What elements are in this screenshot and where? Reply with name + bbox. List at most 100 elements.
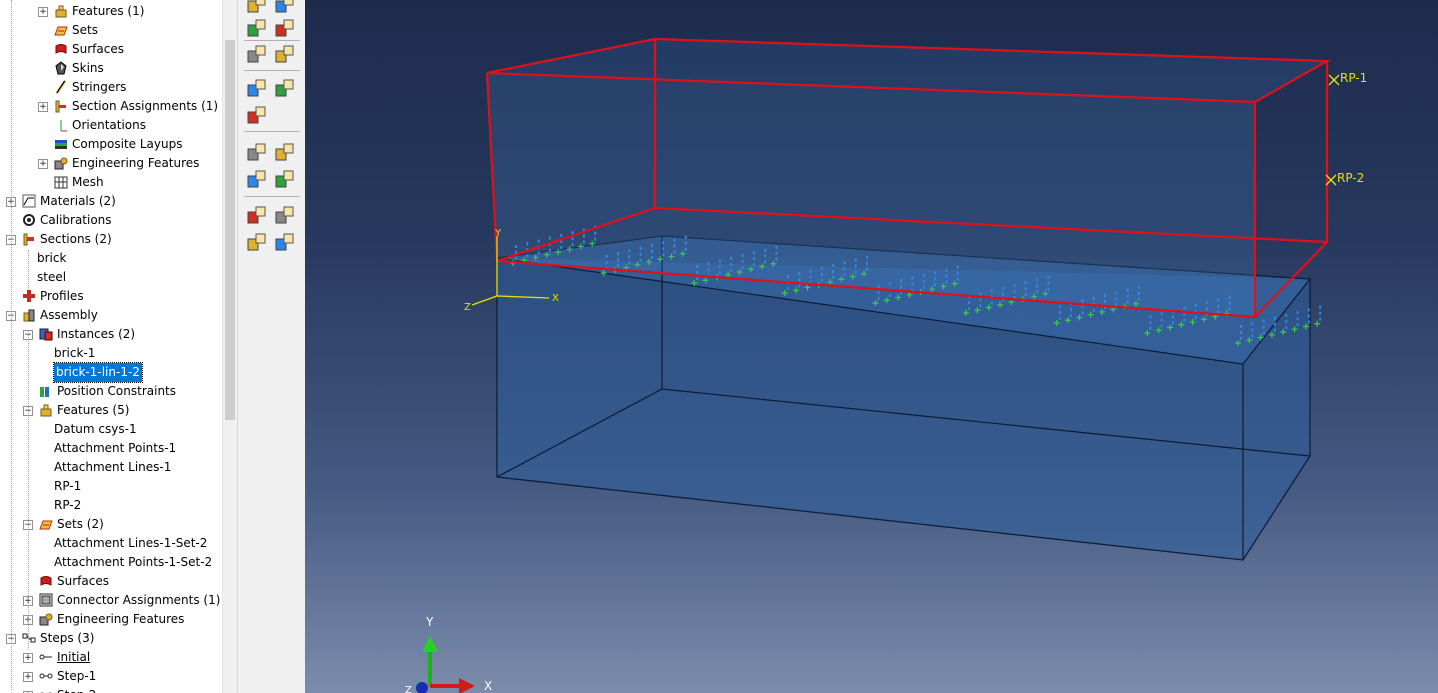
create-datum-csys-tool[interactable] (245, 16, 269, 40)
tree-item-label: Instances (2) (57, 327, 136, 341)
tree-item[interactable]: − Instances (2) (0, 325, 222, 344)
connector-builder-tool[interactable] (273, 230, 297, 254)
tree-item-label: Step-2 (57, 686, 96, 693)
tree-item[interactable]: − Sections (2) (0, 230, 222, 249)
create-reference-point-tool[interactable] (273, 16, 297, 40)
expand-icon[interactable]: + (23, 653, 33, 663)
rotate-instance-tool[interactable] (273, 76, 297, 100)
tree-item-label: RP-2 (54, 498, 82, 512)
tree-item[interactable]: + Engineering Features (0, 154, 222, 173)
tree-item[interactable]: − Steps (3) (0, 629, 222, 648)
tree-item[interactable]: + Connector Assignments (1) (0, 591, 222, 610)
tree-item-label: Position Constraints (57, 384, 177, 398)
tree-item[interactable]: Surfaces (0, 40, 222, 59)
tree-item-label: Surfaces (57, 574, 109, 588)
tree-item[interactable]: + Initial (0, 648, 222, 667)
triad-x-label: X (484, 679, 492, 693)
query-select-tool[interactable] (245, 140, 269, 164)
tree-item[interactable]: brick (0, 249, 222, 268)
stringers-icon (56, 80, 67, 94)
tree-item[interactable]: Position Constraints (0, 382, 222, 401)
create-wire-xyz-tool[interactable] (245, 203, 269, 227)
orientations-icon (60, 120, 67, 132)
graphics-viewport[interactable]: RP-1 RP-2 Y X Z Y X Z (305, 0, 1438, 693)
tree-item[interactable]: brick-1-lin-1-2 (0, 362, 222, 383)
tree-guide-line (11, 0, 12, 690)
expand-icon[interactable]: + (23, 672, 33, 682)
tree-item[interactable]: − Features (5) (0, 401, 222, 420)
tree-item[interactable]: + Section Assignments (1) (0, 97, 222, 116)
tree-item-label: RP-1 (54, 479, 82, 493)
tree-item[interactable]: Attachment Lines-1 (0, 458, 222, 477)
steps-icon (22, 633, 36, 643)
tree-scrollbar[interactable] (222, 0, 237, 693)
tree-item[interactable]: Datum csys-1 (0, 420, 222, 439)
translate-instance-tool[interactable] (245, 76, 269, 100)
features-icon (40, 404, 52, 417)
edit-attachment-tool[interactable] (273, 167, 297, 191)
tree-item[interactable]: + Materials (2) (0, 192, 222, 211)
tree-item[interactable]: − Sets (2) (0, 515, 222, 534)
tree-item[interactable]: Attachment Points-1 (0, 439, 222, 458)
section-assignments-icon (55, 100, 66, 113)
tree-item-label: Assembly (40, 308, 98, 322)
tree-item[interactable]: − Assembly (0, 306, 222, 325)
tree-item-label: Step-1 (57, 669, 97, 683)
tree-item[interactable]: brick-1 (0, 344, 222, 363)
expand-icon[interactable]: + (38, 159, 48, 169)
tree-item-label: brick (37, 251, 67, 265)
tree-item-label: Section Assignments (1) (72, 99, 219, 113)
view-triad (416, 636, 475, 693)
tree-item[interactable]: Calibrations (0, 211, 222, 230)
profiles-icon (23, 290, 35, 302)
assign-connector-tool[interactable] (245, 230, 269, 254)
tree-item-label: Composite Layups (72, 137, 183, 151)
tree-item[interactable]: Profiles (0, 287, 222, 306)
create-coordinate-system-tool[interactable] (273, 203, 297, 227)
tree-item[interactable]: Attachment Lines-1-Set-2 (0, 534, 222, 553)
model-tree[interactable]: + Features (1) Sets Surfaces Skins Stringers +… (0, 0, 222, 693)
tree-item[interactable]: RP-2 (0, 496, 222, 515)
tree-item[interactable]: + Features (1) (0, 2, 222, 21)
tree-item[interactable]: Surfaces (0, 572, 222, 591)
tree-item[interactable]: Sets (0, 21, 222, 40)
attachment-lines-tool[interactable] (245, 167, 269, 191)
tree-guide-line (28, 250, 29, 290)
tree-item-label: Features (1) (72, 4, 145, 18)
tree-item[interactable]: Skins (0, 59, 222, 78)
merge-cut-instances-tool[interactable] (273, 42, 297, 66)
triad-y-label: Y (425, 615, 434, 629)
tree-item[interactable]: + Engineering Features (0, 610, 222, 629)
create-datum-axis-tool[interactable] (273, 0, 297, 16)
tree-item-label: Stringers (72, 80, 127, 94)
tree-item[interactable]: Composite Layups (0, 135, 222, 154)
tree-item[interactable]: +Step-2 (0, 686, 222, 693)
tree-item[interactable]: Stringers (0, 78, 222, 97)
expand-icon[interactable]: + (38, 102, 48, 112)
csys-z-label: Z (464, 302, 471, 313)
linear-pattern-tool[interactable] (245, 42, 269, 66)
skins-icon (55, 61, 67, 75)
translate-to-tool[interactable] (245, 103, 269, 127)
triad-z-label: Z (405, 685, 412, 693)
tree-item[interactable]: Orientations (0, 116, 222, 135)
tree-item[interactable]: Mesh (0, 173, 222, 192)
tree-item[interactable]: Attachment Points-1-Set-2 (0, 553, 222, 572)
tree-item[interactable]: + Step-1 (0, 667, 222, 686)
sets-icon (54, 26, 68, 36)
expand-icon[interactable]: + (38, 7, 48, 17)
toolbox-separator (244, 70, 300, 71)
tree-item-label: Calibrations (40, 213, 112, 227)
step-icon (40, 692, 52, 693)
tree-item[interactable]: RP-1 (0, 477, 222, 496)
tree-item-label: Sets (72, 23, 98, 37)
tree-scrollbar-thumb[interactable] (225, 40, 235, 420)
tree-item-label: brick-1-lin-1-2 (53, 362, 143, 383)
surfaces-icon (55, 44, 67, 54)
toolbox-separator (244, 131, 300, 132)
tree-item[interactable]: steel (0, 268, 222, 287)
create-datum-point-tool[interactable] (245, 0, 269, 16)
tree-item-label: brick-1 (54, 346, 96, 360)
attachment-points-tool[interactable] (273, 140, 297, 164)
tree-item-label: Engineering Features (57, 612, 185, 626)
